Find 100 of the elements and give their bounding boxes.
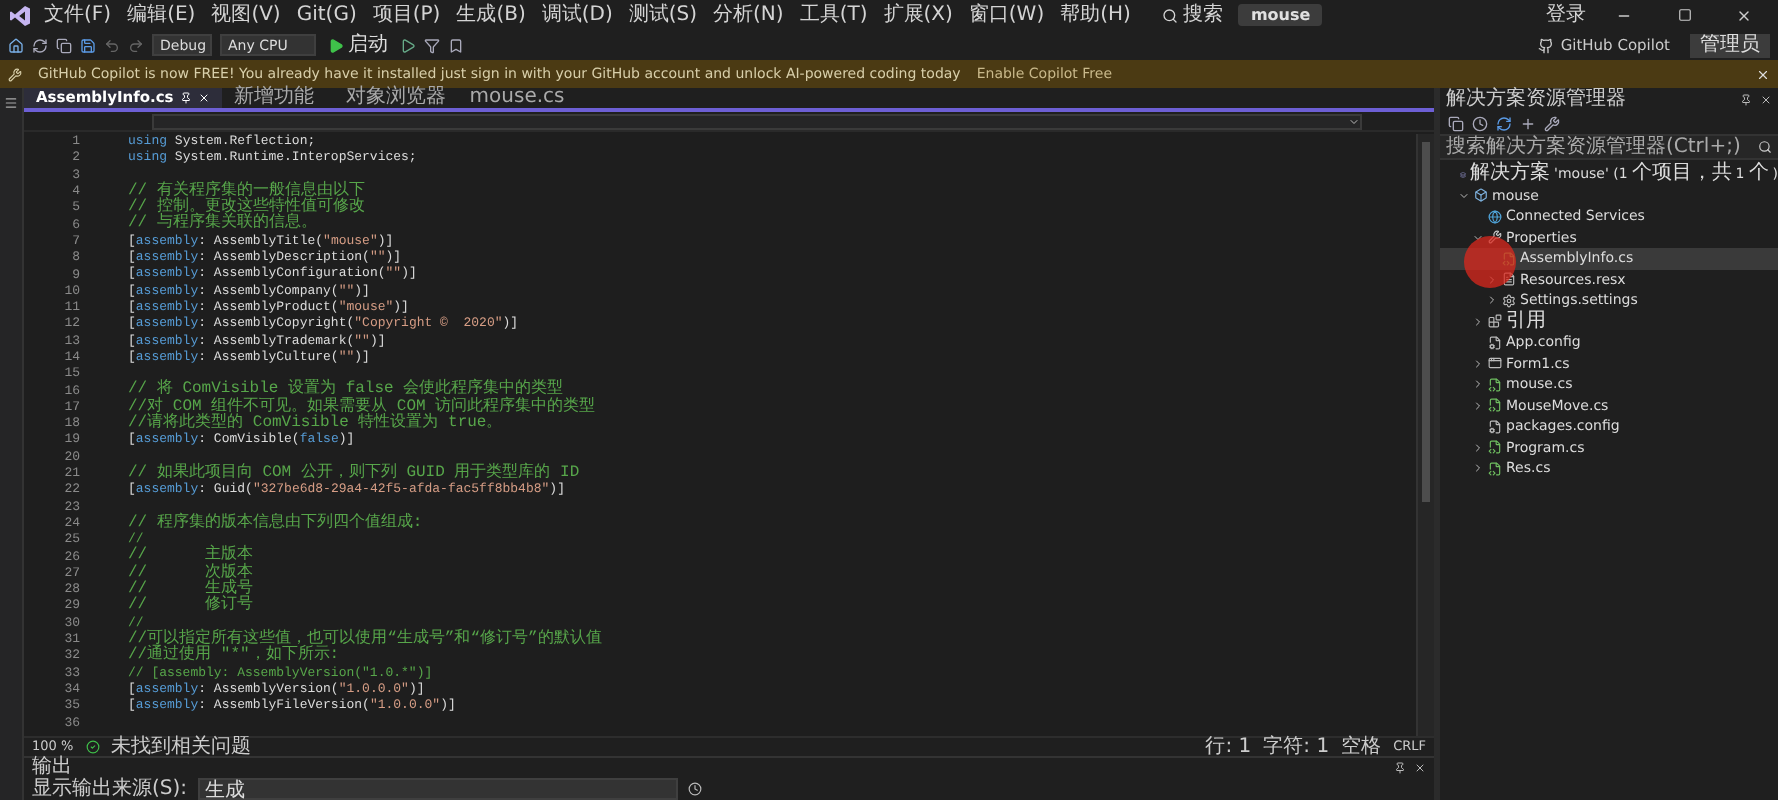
copy-button[interactable] bbox=[1448, 115, 1464, 131]
editor-tab[interactable]: 新增功能 bbox=[221, 88, 334, 108]
save-button[interactable] bbox=[80, 37, 96, 53]
gear-icon bbox=[1502, 293, 1516, 308]
home-icon bbox=[8, 37, 24, 53]
code-file-icon bbox=[1488, 440, 1502, 455]
panel-title: 解决方案资源管理器 bbox=[1446, 90, 1626, 110]
project-icon bbox=[1474, 188, 1488, 203]
blocks-icon bbox=[1488, 314, 1502, 329]
window-icon bbox=[1488, 356, 1502, 371]
solution-name: mouse bbox=[1238, 4, 1323, 26]
menu-item[interactable]: 分析(N) bbox=[709, 3, 788, 27]
search-field[interactable]: 搜索解决方案资源管理器(Ctrl+;) bbox=[1440, 136, 1778, 160]
code-file-icon bbox=[1488, 377, 1502, 392]
copy-button[interactable] bbox=[56, 37, 72, 53]
output-title: 输出 bbox=[32, 758, 72, 778]
code-line: // 主版本 bbox=[128, 548, 253, 565]
redo-icon bbox=[128, 37, 144, 53]
wrench-icon bbox=[1544, 115, 1560, 131]
globe-icon bbox=[1488, 209, 1502, 224]
code-line: // 与程序集关联的信息。 bbox=[128, 216, 317, 234]
pin-icon[interactable] bbox=[1740, 94, 1752, 106]
output-source-dropdown[interactable]: 生成 bbox=[197, 778, 678, 800]
editor-tab[interactable]: mouse.cs bbox=[457, 88, 577, 108]
code-line: //可以指定所有这些值，也可以使用“生成号”和“修订号”的默认值 bbox=[128, 631, 602, 648]
code-line: //对 COM 组件不可见。如果需要从 COM 访问此程序集中的类型 bbox=[128, 399, 596, 416]
clock-icon[interactable] bbox=[687, 782, 702, 796]
play-outline-button[interactable] bbox=[400, 37, 416, 53]
redo-button[interactable] bbox=[128, 37, 144, 53]
wrench-button[interactable] bbox=[1544, 115, 1560, 131]
copy-icon bbox=[1448, 115, 1464, 131]
menu-item[interactable]: 项目(P) bbox=[368, 3, 445, 27]
indent-mode[interactable]: 空格 bbox=[1341, 737, 1382, 757]
menu-item[interactable]: Git(G) bbox=[292, 3, 361, 27]
code-line: // 如果此项目向 COM 公开，则下列 GUID 用于类型库的 ID bbox=[128, 465, 580, 482]
caret-icon bbox=[1348, 115, 1360, 127]
close-icon[interactable] bbox=[1414, 762, 1426, 774]
refresh-icon bbox=[1496, 115, 1512, 131]
menu-item[interactable]: 文件(F) bbox=[40, 3, 116, 27]
menu-item[interactable]: 工具(T) bbox=[795, 3, 872, 27]
undo-button[interactable] bbox=[104, 37, 120, 53]
menu-item[interactable]: 帮助(H) bbox=[1056, 3, 1135, 27]
home-button[interactable] bbox=[8, 37, 24, 53]
clock-icon bbox=[1472, 115, 1488, 131]
code-line: // 修订号 bbox=[128, 598, 253, 616]
maximize-icon bbox=[1677, 8, 1691, 22]
check-icon bbox=[85, 740, 100, 754]
refresh-button[interactable] bbox=[1496, 115, 1512, 131]
admin-badge[interactable]: 管理员 bbox=[1690, 33, 1770, 57]
close-icon[interactable] bbox=[1756, 67, 1770, 81]
menu-item[interactable]: 调试(D) bbox=[537, 3, 617, 27]
refresh-button[interactable] bbox=[32, 37, 48, 53]
plus-button[interactable] bbox=[1520, 115, 1536, 131]
tree-item[interactable]: 引用 bbox=[1440, 311, 1778, 332]
search-button[interactable]: 搜索 bbox=[1154, 3, 1231, 27]
undo-icon bbox=[104, 37, 120, 53]
refresh-icon bbox=[32, 37, 48, 53]
code-file-icon bbox=[1488, 398, 1502, 413]
menu-item[interactable]: 视图(V) bbox=[207, 3, 285, 27]
sign-in-button[interactable]: 登录 bbox=[1542, 3, 1590, 27]
code-line: // 有关程序集的一般信息由以下 bbox=[128, 183, 365, 200]
bookmark-button[interactable] bbox=[448, 37, 464, 53]
code-line: //通过使用 "*"，如下所示: bbox=[128, 648, 340, 665]
output-source-label: 显示输出来源(S): bbox=[32, 779, 188, 799]
filter-button[interactable] bbox=[424, 37, 440, 53]
code-line: //请将此类型的 ComVisible 特性设置为 true。 bbox=[128, 416, 503, 433]
menu-item[interactable]: 生成(B) bbox=[452, 3, 530, 27]
pin-icon[interactable] bbox=[1394, 762, 1406, 774]
menu-item[interactable]: 窗口(W) bbox=[964, 3, 1049, 27]
bookmark-icon bbox=[448, 37, 464, 53]
menu-item[interactable]: 扩展(X) bbox=[879, 3, 957, 27]
plus-icon bbox=[1520, 115, 1536, 131]
code-file-icon bbox=[1488, 461, 1502, 476]
filter-icon bbox=[424, 37, 440, 53]
logo-icon bbox=[8, 3, 32, 27]
solution-icon bbox=[1460, 167, 1467, 182]
code-line: // 将 ComVisible 设置为 false 会使此程序集中的类型 bbox=[128, 382, 564, 399]
editor-tab[interactable]: 对象浏览器 bbox=[333, 88, 458, 108]
start-button[interactable]: 启动 bbox=[324, 33, 392, 57]
close-icon bbox=[1736, 7, 1752, 23]
clock-button[interactable] bbox=[1472, 115, 1488, 131]
play-icon bbox=[328, 37, 344, 53]
copilot-icon bbox=[1538, 37, 1555, 53]
scrollbar[interactable] bbox=[1416, 134, 1434, 736]
code-line: // 程序集的版本信息由下列四个值组成: bbox=[128, 515, 423, 532]
search-icon bbox=[1162, 7, 1179, 23]
copy-icon bbox=[56, 37, 72, 53]
play-outline-icon bbox=[400, 37, 416, 53]
save-icon bbox=[80, 37, 96, 53]
config-file-icon bbox=[1488, 335, 1502, 350]
toolbox-icon[interactable] bbox=[4, 96, 18, 110]
search-icon bbox=[1758, 140, 1772, 154]
close-icon[interactable] bbox=[1760, 94, 1772, 106]
menu-item[interactable]: 编辑(E) bbox=[123, 3, 200, 27]
code-line: // 次版本 bbox=[128, 565, 253, 582]
issues-status[interactable]: 未找到相关问题 bbox=[111, 737, 252, 757]
column-position[interactable]: 字符: 1 bbox=[1263, 737, 1330, 757]
menu-item[interactable]: 测试(S) bbox=[624, 3, 702, 27]
line-position[interactable]: 行: 1 bbox=[1205, 737, 1252, 757]
config-file-icon bbox=[1488, 419, 1502, 434]
